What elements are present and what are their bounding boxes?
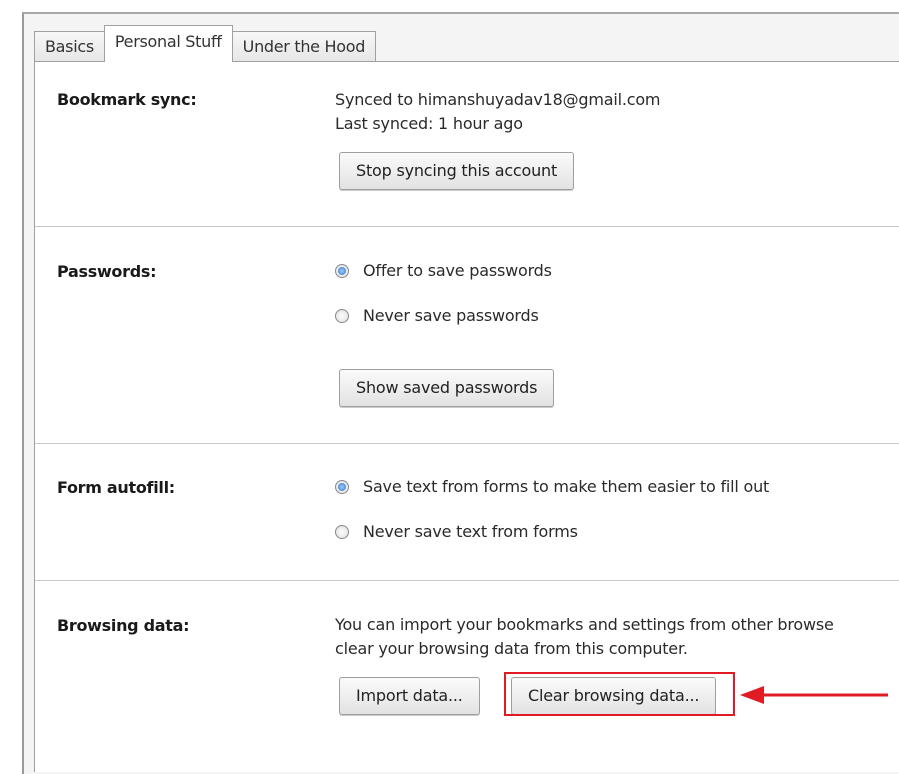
options-window: Basics Personal Stuff Under the Hood Boo… <box>22 12 899 774</box>
passwords-label: Passwords: <box>57 262 157 281</box>
tab-under-the-hood[interactable]: Under the Hood <box>231 31 377 62</box>
offer-save-passwords-option[interactable]: Offer to save passwords <box>335 261 552 280</box>
never-save-form-text-label: Never save text from forms <box>363 522 578 541</box>
radio-checked-icon[interactable] <box>335 263 349 278</box>
form-autofill-label: Form autofill: <box>57 478 175 497</box>
arrow-head <box>740 686 764 704</box>
radio-checked-icon[interactable] <box>335 479 349 494</box>
browsing-data-description-line1: You can import your bookmarks and settin… <box>335 615 834 634</box>
tab-bar: Basics Personal Stuff Under the Hood <box>34 25 377 62</box>
radio-unchecked-icon[interactable] <box>335 308 349 323</box>
personal-stuff-panel: Bookmark sync: Synced to himanshuyadav18… <box>34 61 899 772</box>
browsing-data-description-line2: clear your browsing data from this compu… <box>335 639 688 658</box>
red-arrow-icon <box>740 686 888 704</box>
tab-basics[interactable]: Basics <box>34 31 105 62</box>
save-form-text-label: Save text from forms to make them easier… <box>363 477 770 496</box>
section-divider <box>35 580 899 581</box>
never-save-passwords-label: Never save passwords <box>363 306 539 325</box>
section-divider <box>35 226 899 227</box>
show-saved-passwords-button[interactable]: Show saved passwords <box>339 369 555 407</box>
save-form-text-option[interactable]: Save text from forms to make them easier… <box>335 477 769 496</box>
import-data-button[interactable]: Import data... <box>339 677 480 715</box>
tab-personal-stuff[interactable]: Personal Stuff <box>103 25 233 62</box>
bookmark-sync-label: Bookmark sync: <box>57 90 197 109</box>
synced-to-text: Synced to himanshuyadav18@gmail.com <box>335 90 661 109</box>
never-save-passwords-option[interactable]: Never save passwords <box>335 306 539 325</box>
offer-save-passwords-label: Offer to save passwords <box>363 261 552 280</box>
last-synced-text: Last synced: 1 hour ago <box>335 114 523 133</box>
never-save-form-text-option[interactable]: Never save text from forms <box>335 522 578 541</box>
section-divider <box>35 443 899 444</box>
radio-unchecked-icon[interactable] <box>335 524 349 539</box>
highlight-box <box>504 672 735 716</box>
browsing-data-label: Browsing data: <box>57 616 190 635</box>
stop-syncing-button[interactable]: Stop syncing this account <box>339 152 575 190</box>
